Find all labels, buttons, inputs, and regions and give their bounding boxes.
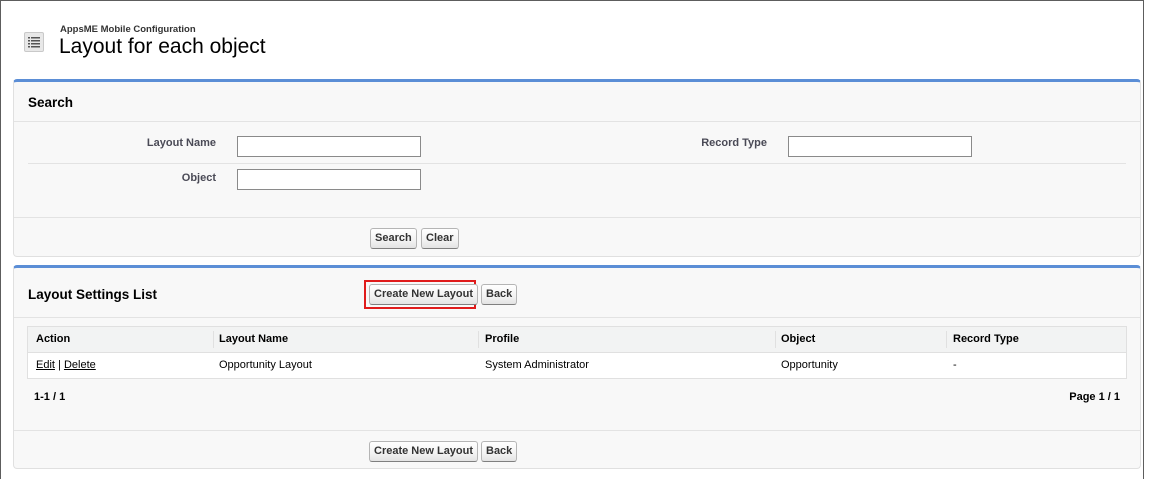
delete-link[interactable]: Delete <box>64 359 96 371</box>
footer-create-new-layout-button[interactable]: Create New Layout <box>369 441 479 462</box>
page-title: Layout for each object <box>59 35 266 58</box>
table-row: Edit | Delete Opportunity Layout System … <box>28 353 1126 378</box>
column-header-layout-name: Layout Name <box>219 333 289 345</box>
record-type-label: Record Type <box>701 137 767 149</box>
layout-table: Action Layout Name Profile Object Record… <box>27 326 1127 379</box>
row-object: Opportunity <box>781 359 838 371</box>
row-layout-name: Opportunity Layout <box>219 359 312 371</box>
clear-button[interactable]: Clear <box>421 228 459 249</box>
edit-link[interactable]: Edit <box>36 359 55 371</box>
row-actions: Edit | Delete <box>36 353 96 378</box>
column-separator <box>213 331 214 348</box>
divider <box>28 163 1126 164</box>
record-type-input[interactable] <box>788 136 972 157</box>
footer-back-button[interactable]: Back <box>481 441 518 462</box>
page-subtitle: AppsME Mobile Configuration <box>60 24 196 35</box>
object-label: Object <box>181 172 216 184</box>
column-header-profile: Profile <box>485 333 520 345</box>
list-section-title: Layout Settings List <box>28 287 158 302</box>
layout-name-label: Layout Name <box>146 137 216 149</box>
row-record-type: - <box>953 359 957 371</box>
page-indicator: Page 1 / 1 <box>1069 391 1120 403</box>
column-header-action: Action <box>36 333 71 345</box>
search-section-title: Search <box>28 95 74 110</box>
create-new-layout-button[interactable]: Create New Layout <box>369 284 479 305</box>
back-button[interactable]: Back <box>481 284 518 305</box>
object-input[interactable] <box>237 169 421 190</box>
list-icon <box>24 32 44 52</box>
action-separator: | <box>54 359 64 371</box>
table-header: Action Layout Name Profile Object Record… <box>28 327 1126 353</box>
divider <box>14 217 1140 218</box>
column-header-record-type: Record Type <box>953 333 1019 345</box>
divider <box>14 121 1140 122</box>
search-button[interactable]: Search <box>370 228 417 249</box>
column-separator <box>478 331 479 348</box>
search-section: Search Layout Name Record Type Object Se… <box>13 79 1141 257</box>
column-separator <box>946 331 947 348</box>
divider <box>14 430 1140 431</box>
layout-settings-list-section: Layout Settings List Create New Layout B… <box>13 265 1141 469</box>
column-separator <box>775 331 776 348</box>
divider <box>14 317 1140 318</box>
row-profile: System Administrator <box>485 359 589 371</box>
record-range: 1-1 / 1 <box>34 391 66 403</box>
column-header-object: Object <box>781 333 816 345</box>
layout-name-input[interactable] <box>237 136 421 157</box>
